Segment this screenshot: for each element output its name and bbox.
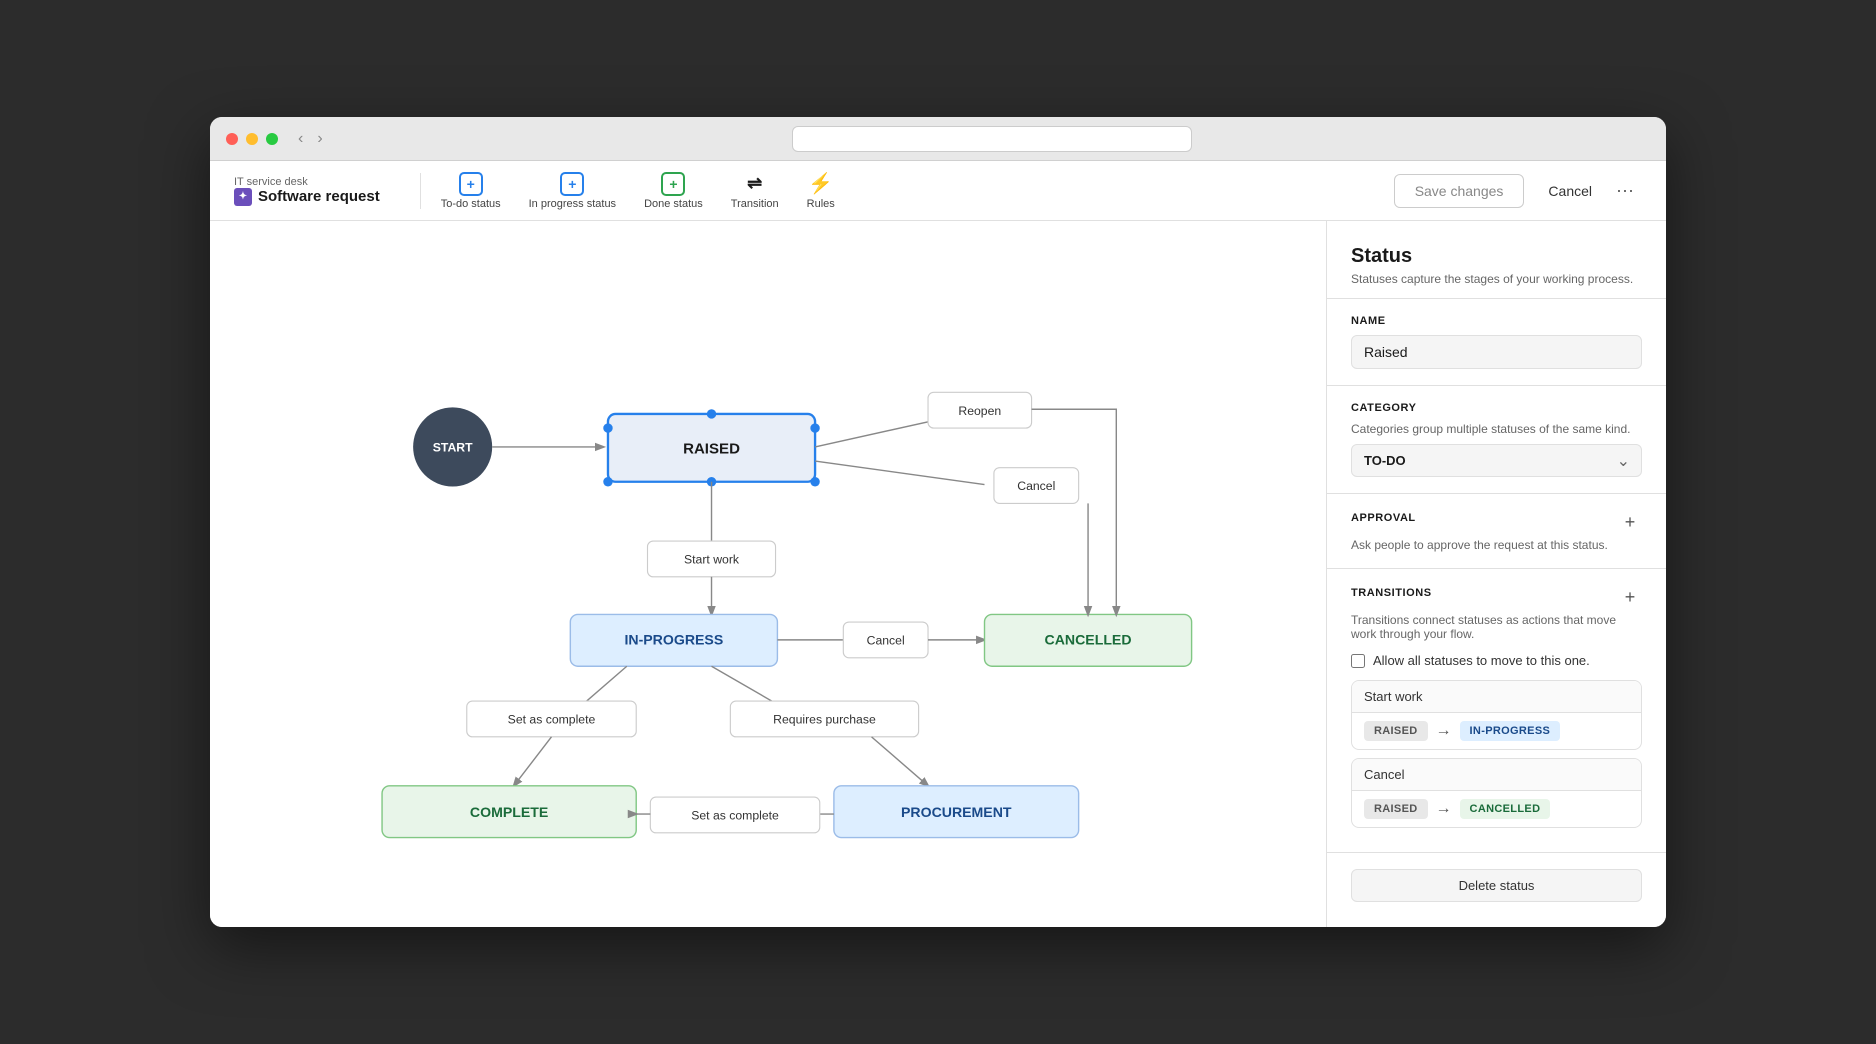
allow-all-label: Allow all statuses to move to this one. <box>1373 653 1590 668</box>
save-button[interactable]: Save changes <box>1394 174 1525 208</box>
transition-card-1: Start work RAISED → IN-PROGRESS <box>1351 680 1642 750</box>
todo-status-button[interactable]: + To-do status <box>429 166 513 216</box>
panel-title: Status <box>1351 245 1642 268</box>
svg-text:Set as complete: Set as complete <box>508 713 596 727</box>
svg-text:START: START <box>433 441 473 455</box>
transition-2-flow: RAISED → CANCELLED <box>1352 791 1641 827</box>
panel-subtitle: Statuses capture the stages of your work… <box>1351 272 1642 286</box>
svg-text:Set as complete: Set as complete <box>691 809 779 823</box>
panel-header: Status Statuses capture the stages of yo… <box>1327 221 1666 299</box>
todo-label: To-do status <box>441 198 501 210</box>
right-panel: Status Statuses capture the stages of yo… <box>1326 221 1666 927</box>
toolbar: IT service desk ✦ Software request + To-… <box>210 161 1666 221</box>
svg-text:Start work: Start work <box>684 553 740 567</box>
transition-1-from: RAISED <box>1364 721 1428 741</box>
svg-text:Cancel: Cancel <box>1017 479 1055 493</box>
breadcrumb-title: Software request <box>258 188 380 205</box>
svg-text:Requires purchase: Requires purchase <box>773 713 876 727</box>
transition-icon: ⇌ <box>743 172 767 196</box>
inprogress-label: In progress status <box>529 198 616 210</box>
category-desc: Categories group multiple statuses of th… <box>1351 422 1642 436</box>
rules-label: Rules <box>807 198 835 210</box>
delete-status-button[interactable]: Delete status <box>1351 869 1642 902</box>
transition-card-2: Cancel RAISED → CANCELLED <box>1351 758 1642 828</box>
toolbar-actions: + To-do status + In progress status + Do… <box>429 166 1394 216</box>
rules-button[interactable]: ⚡ Rules <box>795 166 847 216</box>
name-input[interactable] <box>1351 335 1642 369</box>
svg-text:CANCELLED: CANCELLED <box>1045 632 1132 648</box>
svg-text:RAISED: RAISED <box>683 441 740 458</box>
project-icon: ✦ <box>234 188 252 206</box>
done-status-button[interactable]: + Done status <box>632 166 715 216</box>
inprogress-status-button[interactable]: + In progress status <box>517 166 628 216</box>
transitions-label: TRANSITIONS <box>1351 587 1432 599</box>
transition-1-to: IN-PROGRESS <box>1460 721 1561 741</box>
titlebar: ‹ › <box>210 117 1666 161</box>
transitions-section: TRANSITIONS + Transitions connect status… <box>1327 569 1666 853</box>
category-section: CATEGORY Categories group multiple statu… <box>1327 386 1666 494</box>
main-area: START RAISED <box>210 221 1666 927</box>
approval-section: APPROVAL + Ask people to approve the req… <box>1327 494 1666 569</box>
done-icon: + <box>661 172 685 196</box>
transition-button[interactable]: ⇌ Transition <box>719 166 791 216</box>
forward-button[interactable]: › <box>313 128 326 150</box>
svg-text:Reopen: Reopen <box>958 404 1001 418</box>
minimize-button[interactable] <box>246 133 258 145</box>
transition-1-flow: RAISED → IN-PROGRESS <box>1352 713 1641 749</box>
arrow-icon: → <box>1436 722 1452 740</box>
transition-2-to: CANCELLED <box>1460 799 1551 819</box>
svg-text:Cancel: Cancel <box>867 634 905 648</box>
transitions-add-button[interactable]: + <box>1618 585 1642 609</box>
close-button[interactable] <box>226 133 238 145</box>
back-button[interactable]: ‹ <box>294 128 307 150</box>
app-content: IT service desk ✦ Software request + To-… <box>210 161 1666 927</box>
arrow-icon-2: → <box>1436 800 1452 818</box>
transition-2-from: RAISED <box>1364 799 1428 819</box>
category-label: CATEGORY <box>1351 402 1642 414</box>
toolbar-divider <box>420 173 421 209</box>
address-bar[interactable] <box>792 126 1192 152</box>
category-select-wrapper: TO-DO IN PROGRESS DONE <box>1351 444 1642 477</box>
breadcrumb: IT service desk ✦ Software request <box>234 176 380 206</box>
todo-icon: + <box>459 172 483 196</box>
allow-all-checkbox[interactable] <box>1351 654 1365 668</box>
category-select[interactable]: TO-DO IN PROGRESS DONE <box>1351 444 1642 477</box>
transition-1-label[interactable]: Start work <box>1352 681 1641 713</box>
breadcrumb-parent: IT service desk <box>234 176 380 188</box>
svg-text:IN-PROGRESS: IN-PROGRESS <box>624 632 723 648</box>
inprogress-icon: + <box>560 172 584 196</box>
cancel-button[interactable]: Cancel <box>1532 175 1608 207</box>
app-window: ‹ › IT service desk ✦ Software request +… <box>210 117 1666 927</box>
maximize-button[interactable] <box>266 133 278 145</box>
svg-text:COMPLETE: COMPLETE <box>470 804 548 820</box>
flow-canvas[interactable]: START RAISED <box>210 221 1326 927</box>
allow-all-row: Allow all statuses to move to this one. <box>1351 653 1642 668</box>
svg-text:PROCUREMENT: PROCUREMENT <box>901 804 1012 820</box>
transition-label: Transition <box>731 198 779 210</box>
rules-icon: ⚡ <box>809 172 833 196</box>
more-button[interactable]: ··· <box>1608 172 1642 209</box>
name-label: NAME <box>1351 315 1642 327</box>
transitions-desc: Transitions connect statuses as actions … <box>1351 613 1642 641</box>
approval-add-button[interactable]: + <box>1618 510 1642 534</box>
transition-2-label[interactable]: Cancel <box>1352 759 1641 791</box>
done-label: Done status <box>644 198 703 210</box>
approval-label: APPROVAL <box>1351 512 1416 524</box>
name-section: NAME <box>1327 299 1666 386</box>
approval-desc: Ask people to approve the request at thi… <box>1351 538 1642 552</box>
